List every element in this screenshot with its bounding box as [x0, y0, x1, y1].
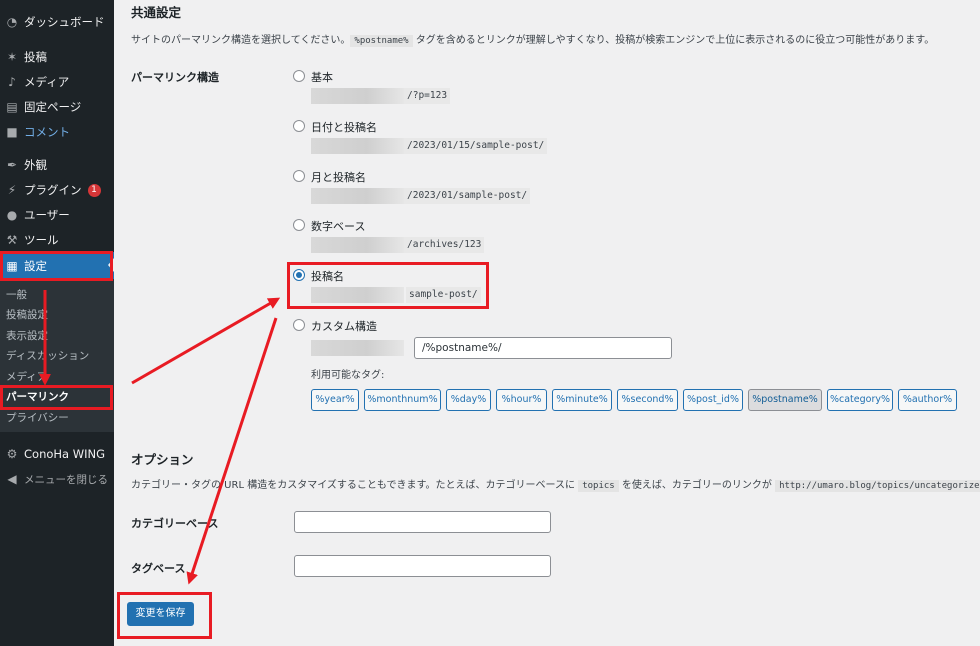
- tag-button-postname[interactable]: %postname%: [748, 389, 822, 411]
- url-suffix: /?p=123: [404, 88, 451, 104]
- desc-text: を使えば、カテゴリーのリンクが: [621, 480, 772, 491]
- blurred-site-url: [311, 138, 404, 154]
- gear-icon: ⚙: [6, 447, 18, 461]
- url-suffix: /2023/01/sample-post/: [404, 188, 531, 204]
- admin-sidebar: ◔ ダッシュボード ✶ 投稿 ♪ メディア ▤ 固定ページ ■ コメント ✒ 外…: [0, 0, 114, 646]
- menu-dashboard[interactable]: ◔ ダッシュボード: [0, 11, 114, 33]
- blurred-site-url: [311, 188, 404, 204]
- menu-posts[interactable]: ✶ 投稿: [0, 46, 114, 68]
- radio-custom-structure[interactable]: [293, 319, 305, 331]
- common-settings-title: 共通設定: [131, 5, 182, 20]
- radio-day-name[interactable]: [293, 120, 305, 132]
- brush-icon: ✒: [6, 158, 18, 172]
- desc-code: http://umaro.blog/topics/uncategorized/: [775, 480, 980, 492]
- desc-code: %postname%: [350, 35, 413, 47]
- update-count-badge: 1: [87, 183, 101, 197]
- tag-base-input[interactable]: [294, 555, 551, 577]
- blurred-site-url: [311, 237, 404, 253]
- common-settings-description: サイトのパーマリンク構造を選択してください。 %postname% タグを含めると…: [131, 31, 935, 47]
- menu-plugins[interactable]: ⚡ プラグイン 1: [0, 179, 114, 201]
- option-label: 投稿名: [311, 270, 344, 283]
- menu-comments[interactable]: ■ コメント: [0, 121, 114, 143]
- blurred-site-url: [311, 340, 404, 356]
- settings-icon: ▦: [6, 259, 18, 273]
- desc-text: サイトのパーマリンク構造を選択してください。: [131, 35, 351, 46]
- pin-icon: ✶: [6, 50, 18, 64]
- radio-numeric[interactable]: [293, 219, 305, 231]
- tag-button-author[interactable]: %author%: [898, 389, 957, 411]
- tag-button-day[interactable]: %day%: [446, 389, 491, 411]
- menu-label: ダッシュボード: [24, 15, 105, 29]
- desc-text: タグを含めるとリンクが理解しやすくなり、投稿が検索エンジンで上位に表示されるのに…: [415, 35, 935, 46]
- option-label: 日付と投稿名: [311, 121, 377, 134]
- url-suffix: /archives/123: [404, 237, 485, 253]
- submenu-general[interactable]: 一般: [0, 284, 114, 304]
- settings-submenu: 一般 投稿設定 表示設定 ディスカッション メディア パーマリンク プライバシー: [0, 279, 114, 432]
- menu-label: メディア: [24, 75, 70, 89]
- menu-label: ツール: [24, 233, 59, 247]
- tag-button-year[interactable]: %year%: [311, 389, 359, 411]
- dashboard-icon: ◔: [6, 15, 18, 29]
- tag-button-monthnum[interactable]: %monthnum%: [364, 389, 441, 411]
- user-icon: ●: [6, 208, 18, 222]
- menu-tools[interactable]: ⚒ ツール: [0, 229, 114, 251]
- menu-media[interactable]: ♪ メディア: [0, 71, 114, 93]
- tag-button-second[interactable]: %second%: [617, 389, 678, 411]
- menu-settings[interactable]: ▦ 設定: [0, 252, 114, 280]
- submenu-discussion[interactable]: ディスカッション: [0, 345, 114, 365]
- option-label: 基本: [311, 71, 333, 84]
- radio-plain[interactable]: [293, 70, 305, 82]
- desc-code: topics: [578, 480, 619, 492]
- optional-settings-title: オプション: [131, 452, 194, 467]
- submenu-media[interactable]: メディア: [0, 366, 114, 386]
- menu-label: メニューを閉じる: [24, 473, 108, 486]
- menu-label: 設定: [24, 259, 47, 273]
- url-suffix: sample-post/: [406, 287, 481, 303]
- category-base-input[interactable]: [294, 511, 551, 533]
- menu-label: コメント: [24, 125, 70, 139]
- available-tags-label: 利用可能なタグ:: [311, 370, 385, 381]
- tag-base-label: タグベース: [131, 562, 186, 575]
- menu-label: 外観: [24, 158, 47, 172]
- optional-settings-description: カテゴリー・タグの URL 構造をカスタマイズすることもできます。たとえば、カテ…: [131, 476, 980, 492]
- submenu-permalink[interactable]: パーマリンク: [0, 386, 114, 406]
- option-label: 数字ベース: [311, 220, 366, 233]
- radio-post-name[interactable]: [293, 269, 305, 281]
- permalink-settings-page: 共通設定 サイトのパーマリンク構造を選択してください。 %postname% タグ…: [114, 0, 980, 646]
- menu-label: ConoHa WING: [24, 447, 106, 461]
- menu-label: 固定ページ: [24, 100, 82, 114]
- menu-label: ユーザー: [24, 208, 70, 222]
- radio-month-name[interactable]: [293, 170, 305, 182]
- page-icon: ▤: [6, 100, 18, 114]
- category-base-label: カテゴリーベース: [131, 517, 219, 530]
- wrench-icon: ⚒: [6, 233, 18, 247]
- menu-appearance[interactable]: ✒ 外観: [0, 154, 114, 176]
- save-changes-button[interactable]: 変更を保存: [127, 602, 194, 626]
- menu-pages[interactable]: ▤ 固定ページ: [0, 96, 114, 118]
- collapse-menu-button[interactable]: ◀ メニューを閉じる: [0, 468, 114, 490]
- permalink-structure-label: パーマリンク構造: [131, 71, 219, 84]
- menu-conoha-wing[interactable]: ⚙ ConoHa WING: [0, 443, 114, 465]
- plugin-icon: ⚡: [7, 183, 17, 197]
- collapse-icon: ◀: [7, 472, 17, 486]
- url-suffix: /2023/01/15/sample-post/: [404, 138, 548, 154]
- option-label: 月と投稿名: [311, 171, 366, 184]
- option-label: カスタム構造: [311, 320, 377, 333]
- blurred-site-url: [311, 287, 404, 303]
- menu-label: プラグイン: [24, 183, 82, 197]
- tag-button-post-id[interactable]: %post_id%: [683, 389, 743, 411]
- tag-button-hour[interactable]: %hour%: [496, 389, 547, 411]
- desc-text: カテゴリー・タグの URL 構造をカスタマイズすることもできます。たとえば、カテ…: [131, 480, 575, 491]
- submenu-writing[interactable]: 投稿設定: [0, 304, 114, 324]
- comment-icon: ■: [6, 125, 18, 139]
- blurred-site-url: [311, 88, 404, 104]
- menu-label: 投稿: [24, 50, 47, 64]
- menu-users[interactable]: ● ユーザー: [0, 204, 114, 226]
- submenu-privacy[interactable]: プライバシー: [0, 407, 114, 427]
- media-icon: ♪: [8, 75, 16, 89]
- tag-button-category[interactable]: %category%: [827, 389, 893, 411]
- tag-button-minute[interactable]: %minute%: [552, 389, 612, 411]
- submenu-reading[interactable]: 表示設定: [0, 325, 114, 345]
- custom-structure-input[interactable]: /%postname%/: [414, 337, 672, 359]
